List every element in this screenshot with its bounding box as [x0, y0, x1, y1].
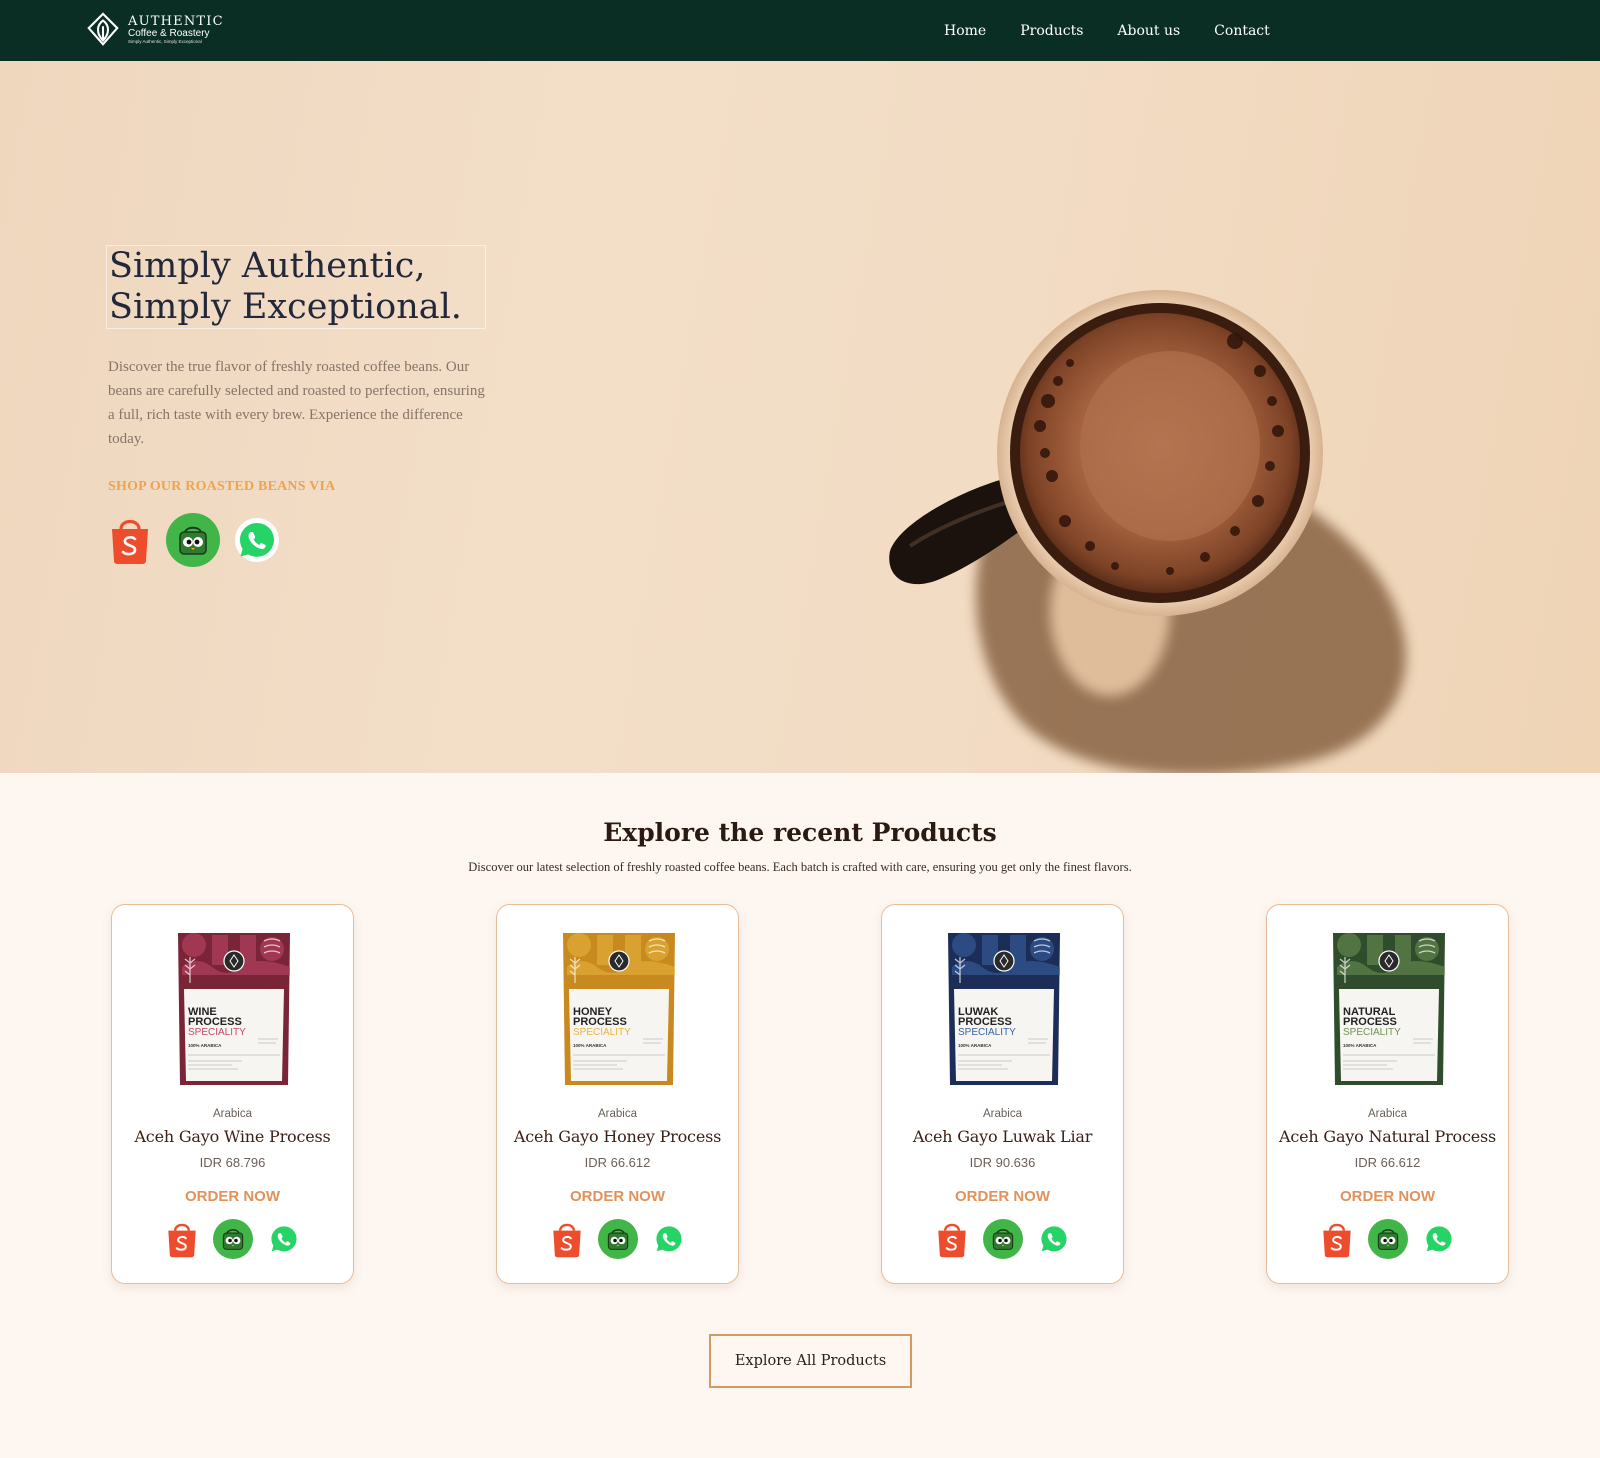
products-section-title: Explore the recent Products: [603, 818, 997, 847]
product-name[interactable]: Aceh Gayo Honey Process: [497, 1127, 738, 1146]
product-order-links: [1267, 1219, 1508, 1259]
product-type: Arabica: [598, 1108, 637, 1120]
top-navbar: AUTHENTIC Coffee & Roastery Simply Authe…: [0, 0, 1600, 61]
shopee-icon[interactable]: [1320, 1220, 1354, 1258]
product-name[interactable]: Aceh Gayo Wine Process: [112, 1127, 353, 1146]
whatsapp-icon[interactable]: [652, 1222, 686, 1256]
nav-products[interactable]: Products: [1020, 23, 1083, 39]
hero-title: Simply Authentic, Simply Exceptional.: [107, 246, 485, 328]
brand-tagline: Simply Authentic, Simply Exceptional: [128, 39, 202, 45]
tokopedia-icon[interactable]: [166, 513, 220, 567]
product-card[interactable]: LUWAK PROCESS SPECIALITY 100% ARABICA Ar…: [881, 904, 1124, 1284]
hero-title-line1: Simply Authentic,: [109, 246, 426, 286]
shop-label: SHOP OUR ROASTED BEANS VIA: [108, 479, 336, 494]
tokopedia-icon[interactable]: [982, 1219, 1023, 1259]
product-type: Arabica: [213, 1108, 252, 1120]
coffee-bag-image: NATURAL PROCESS SPECIALITY 100% ARABICA: [1333, 933, 1445, 1085]
nav-contact[interactable]: Contact: [1214, 23, 1270, 39]
bag-label-line4: 100% ARABICA: [958, 1043, 992, 1048]
bag-label-line3: SPECIALITY: [188, 1027, 246, 1038]
bag-label-line3: SPECIALITY: [1343, 1027, 1401, 1038]
products-section-subtitle: Discover our latest selection of freshly…: [468, 860, 1132, 874]
brand-logo[interactable]: AUTHENTIC Coffee & Roastery Simply Authe…: [84, 8, 234, 52]
shopee-icon[interactable]: [108, 515, 152, 565]
shopee-icon[interactable]: [165, 1220, 199, 1258]
brand-subtitle: Coffee & Roastery: [128, 28, 210, 40]
nav-home[interactable]: Home: [944, 23, 986, 39]
order-now-label: ORDER NOW: [185, 1188, 280, 1205]
coffee-mug-photo: [889, 290, 1406, 773]
product-card[interactable]: HONEY PROCESS SPECIALITY 100% ARABICA Ar…: [496, 904, 739, 1284]
hero-title-box: Simply Authentic, Simply Exceptional.: [106, 245, 486, 329]
product-price: IDR 66.612: [584, 1155, 651, 1170]
product-name[interactable]: Aceh Gayo Natural Process: [1267, 1127, 1508, 1146]
explore-all-products-button[interactable]: Explore All Products: [709, 1334, 912, 1388]
shopee-icon[interactable]: [935, 1220, 969, 1258]
hero-description: Discover the true flavor of freshly roas…: [108, 359, 485, 447]
shopee-icon[interactable]: [550, 1220, 584, 1258]
hero-title-line2: Simply Exceptional.: [109, 287, 462, 327]
product-order-links: [497, 1219, 738, 1259]
hero-section: Simply Authentic, Simply Exceptional. Di…: [0, 61, 1600, 773]
tokopedia-icon[interactable]: [212, 1219, 253, 1259]
whatsapp-icon[interactable]: [1422, 1222, 1456, 1256]
bag-label-line3: SPECIALITY: [573, 1027, 631, 1038]
tokopedia-icon[interactable]: [597, 1219, 638, 1259]
whatsapp-icon[interactable]: [1037, 1222, 1071, 1256]
product-card[interactable]: WINE PROCESS SPECIALITY 100% ARABICA Ara…: [111, 904, 354, 1284]
nav-about-us[interactable]: About us: [1117, 23, 1180, 39]
order-now-label: ORDER NOW: [1340, 1188, 1435, 1205]
bag-label-line4: 100% ARABICA: [188, 1043, 222, 1048]
bag-label-line4: 100% ARABICA: [1343, 1043, 1377, 1048]
order-now-label: ORDER NOW: [955, 1188, 1050, 1205]
coffee-bag-image: WINE PROCESS SPECIALITY 100% ARABICA: [178, 933, 290, 1085]
product-name[interactable]: Aceh Gayo Luwak Liar: [882, 1127, 1123, 1146]
product-price: IDR 68.796: [199, 1155, 266, 1170]
product-card[interactable]: NATURAL PROCESS SPECIALITY 100% ARABICA …: [1266, 904, 1509, 1284]
brand-name: AUTHENTIC: [128, 14, 224, 30]
leaf-diamond-icon: [87, 12, 119, 46]
product-price: IDR 90.636: [969, 1155, 1036, 1170]
product-order-links: [112, 1219, 353, 1259]
whatsapp-icon[interactable]: [267, 1222, 301, 1256]
product-price: IDR 66.612: [1354, 1155, 1421, 1170]
coffee-bag-image: LUWAK PROCESS SPECIALITY 100% ARABICA: [948, 933, 1060, 1085]
tokopedia-icon[interactable]: [1367, 1219, 1408, 1259]
bag-label-line3: SPECIALITY: [958, 1027, 1016, 1038]
product-order-links: [882, 1219, 1123, 1259]
hero-shop-links: [108, 513, 294, 567]
coffee-bag-image: HONEY PROCESS SPECIALITY 100% ARABICA: [563, 933, 675, 1085]
main-nav: Home Products About us Contact: [944, 0, 1304, 61]
order-now-label: ORDER NOW: [570, 1188, 665, 1205]
product-type: Arabica: [1368, 1108, 1407, 1120]
bag-label-line4: 100% ARABICA: [573, 1043, 607, 1048]
whatsapp-icon[interactable]: [234, 517, 280, 563]
product-type: Arabica: [983, 1108, 1022, 1120]
